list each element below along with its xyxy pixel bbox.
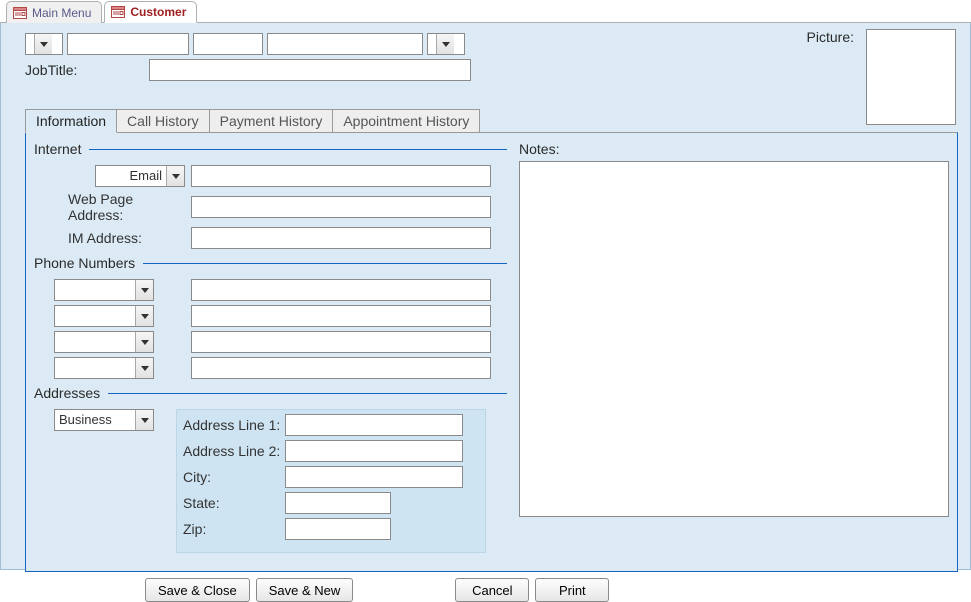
address-city-row: City:: [183, 466, 477, 488]
group-phone-title: Phone Numbers: [34, 255, 135, 271]
tab-payment-history[interactable]: Payment History: [209, 109, 334, 133]
divider: [143, 263, 507, 264]
address-zip-label: Zip:: [183, 521, 285, 537]
suffix-combo[interactable]: [427, 33, 465, 55]
form-icon: [13, 7, 27, 19]
save-close-button[interactable]: Save & Close: [145, 578, 250, 602]
web-input[interactable]: [191, 196, 491, 218]
im-input[interactable]: [191, 227, 491, 249]
chevron-down-icon[interactable]: [436, 34, 454, 54]
cancel-button[interactable]: Cancel: [455, 578, 529, 602]
phone-row-3: [34, 331, 507, 353]
phone-type-combo-2[interactable]: [54, 305, 154, 327]
address-line2-label: Address Line 2:: [183, 443, 285, 459]
divider: [89, 149, 507, 150]
pane-left: Internet Email: [34, 141, 507, 559]
group-addresses: Addresses Business Address Line 1:: [34, 385, 507, 553]
chevron-down-icon[interactable]: [135, 410, 153, 430]
app-tab-label: Main Menu: [32, 6, 91, 20]
phone-row-4: [34, 357, 507, 379]
divider: [108, 393, 507, 394]
im-label: IM Address:: [34, 230, 191, 246]
address-zip-input[interactable]: [285, 518, 391, 540]
group-phone: Phone Numbers: [34, 255, 507, 379]
address-type-combo[interactable]: Business: [54, 409, 154, 431]
address-line2-input[interactable]: [285, 440, 463, 462]
button-row: Save & Close Save & New Cancel Print: [145, 578, 958, 602]
address-city-input[interactable]: [285, 466, 463, 488]
phone-type-combo-1[interactable]: [54, 279, 154, 301]
form-icon: [111, 6, 125, 18]
phone-row-2: [34, 305, 507, 327]
tab-call-history[interactable]: Call History: [116, 109, 210, 133]
address-city-label: City:: [183, 469, 285, 485]
email-type-value: Email: [96, 166, 166, 186]
group-addresses-title: Addresses: [34, 385, 100, 401]
address-line1-row: Address Line 1:: [183, 414, 477, 436]
middle-name-input[interactable]: [193, 33, 263, 55]
phone-input-3[interactable]: [191, 331, 491, 353]
tab-appointment-history[interactable]: Appointment History: [332, 109, 480, 133]
form-body: Picture: JobTitle: Information: [0, 23, 971, 570]
web-row: Web Page Address:: [34, 191, 507, 223]
suffix-combo-value: [428, 34, 436, 54]
address-state-row: State:: [183, 492, 477, 514]
detail-pane-information: Internet Email: [25, 132, 958, 572]
email-input[interactable]: [191, 165, 491, 187]
address-state-label: State:: [183, 495, 285, 511]
chevron-down-icon[interactable]: [135, 280, 153, 300]
title-combo[interactable]: [25, 33, 63, 55]
address-line2-row: Address Line 2:: [183, 440, 477, 462]
picture-box[interactable]: [866, 29, 956, 125]
app-root: Main Menu Customer Picture:: [0, 0, 971, 571]
group-internet-title: Internet: [34, 141, 81, 157]
app-tab-customer[interactable]: Customer: [104, 1, 197, 23]
chevron-down-icon[interactable]: [34, 34, 52, 54]
chevron-down-icon[interactable]: [135, 306, 153, 326]
chevron-down-icon[interactable]: [135, 332, 153, 352]
address-type-value: Business: [55, 410, 135, 430]
app-tab-label: Customer: [130, 5, 186, 19]
tab-information[interactable]: Information: [25, 109, 117, 133]
im-row: IM Address:: [34, 227, 507, 249]
address-grid: Business Address Line 1: Address Line 2:: [34, 409, 507, 553]
email-row: Email: [34, 165, 507, 187]
chevron-down-icon[interactable]: [166, 166, 184, 186]
app-tab-bar: Main Menu Customer: [0, 0, 971, 23]
group-internet: Internet Email: [34, 141, 507, 249]
jobtitle-label: JobTitle:: [25, 62, 145, 78]
print-button[interactable]: Print: [535, 578, 609, 602]
title-combo-value: [26, 34, 34, 54]
phone-row-1: [34, 279, 507, 301]
address-line1-input[interactable]: [285, 414, 463, 436]
address-zip-row: Zip:: [183, 518, 477, 540]
pane-right: Notes:: [519, 141, 949, 559]
chevron-down-icon[interactable]: [135, 358, 153, 378]
notes-label: Notes:: [519, 141, 949, 157]
phone-input-1[interactable]: [191, 279, 491, 301]
phone-input-2[interactable]: [191, 305, 491, 327]
web-label: Web Page Address:: [34, 191, 191, 223]
address-state-input[interactable]: [285, 492, 391, 514]
save-new-button[interactable]: Save & New: [256, 578, 354, 602]
spacer: [359, 578, 449, 602]
first-name-input[interactable]: [67, 33, 189, 55]
detail-tab-control: Information Call History Payment History…: [25, 109, 958, 572]
picture-label: Picture:: [807, 29, 854, 45]
notes-textarea[interactable]: [519, 161, 949, 517]
address-line1-label: Address Line 1:: [183, 417, 285, 433]
jobtitle-input[interactable]: [149, 59, 471, 81]
picture-section: Picture:: [807, 29, 956, 125]
email-type-combo[interactable]: Email: [95, 165, 185, 187]
app-tab-main-menu[interactable]: Main Menu: [6, 1, 102, 23]
phone-type-combo-4[interactable]: [54, 357, 154, 379]
phone-type-combo-3[interactable]: [54, 331, 154, 353]
phone-input-4[interactable]: [191, 357, 491, 379]
last-name-input[interactable]: [267, 33, 423, 55]
address-panel: Address Line 1: Address Line 2: City:: [176, 409, 486, 553]
